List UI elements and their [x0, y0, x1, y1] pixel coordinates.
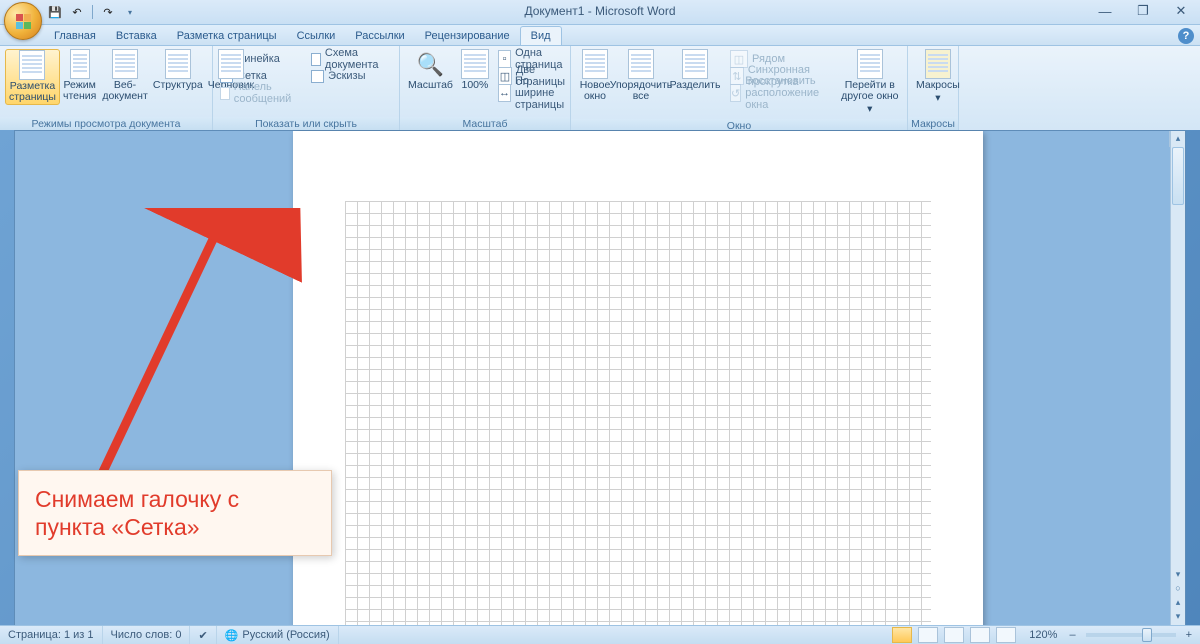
zoom-in-button[interactable]: +: [1182, 626, 1200, 644]
quick-access-toolbar: 💾 ↶ ↷ ▾: [46, 0, 139, 24]
office-button[interactable]: [4, 2, 42, 40]
web-layout-button[interactable]: Веб-документ: [99, 49, 150, 103]
ribbon: Разметка страницы Режим чтения Веб-докум…: [0, 46, 1200, 133]
undo-icon[interactable]: ↶: [68, 3, 86, 21]
thumbnails-checkbox[interactable]: Эскизы: [311, 68, 388, 84]
message-bar-checkbox: Панель сообщений: [220, 85, 303, 101]
vertical-scrollbar[interactable]: ▴ ▾ ○ ▴ ▾: [1170, 131, 1185, 625]
help-button[interactable]: ?: [1178, 28, 1194, 44]
tab-home[interactable]: Главная: [44, 27, 106, 45]
tab-view[interactable]: Вид: [520, 26, 562, 45]
tab-review[interactable]: Рецензирование: [415, 27, 520, 45]
title-bar: 💾 ↶ ↷ ▾ Документ1 - Microsoft Word — ❐ ✕: [0, 0, 1200, 25]
document-map-checkbox[interactable]: Схема документа: [311, 51, 388, 67]
reading-layout-button[interactable]: Режим чтения: [60, 49, 99, 103]
status-proofing[interactable]: ✔: [190, 626, 216, 644]
status-word-count[interactable]: Число слов: 0: [103, 626, 191, 644]
tab-references[interactable]: Ссылки: [287, 27, 346, 45]
document-page[interactable]: [293, 131, 983, 626]
zoom-button[interactable]: 🔍Масштаб: [405, 49, 456, 92]
view-outline-icon[interactable]: [970, 627, 990, 643]
maximize-button[interactable]: ❐: [1130, 2, 1156, 20]
arrange-all-button[interactable]: Упорядочить все: [614, 49, 668, 103]
browse-object-icon[interactable]: ○: [1171, 581, 1185, 595]
split-button[interactable]: Разделить: [668, 49, 722, 92]
qat-customize-icon[interactable]: ▾: [121, 3, 139, 21]
scroll-up-icon[interactable]: ▴: [1171, 131, 1185, 145]
tab-page-layout[interactable]: Разметка страницы: [167, 27, 287, 45]
ribbon-tabs: Главная Вставка Разметка страницы Ссылки…: [0, 25, 1200, 46]
tab-insert[interactable]: Вставка: [106, 27, 167, 45]
view-reading-icon[interactable]: [918, 627, 938, 643]
status-bar: Страница: 1 из 1 Число слов: 0 ✔ 🌐Русски…: [0, 625, 1200, 644]
window-title: Документ1 - Microsoft Word: [0, 4, 1200, 18]
new-window-button[interactable]: Новое окно: [576, 49, 614, 103]
switch-windows-button[interactable]: Перейти в другое окно▾: [838, 49, 902, 116]
gridlines: [345, 201, 931, 626]
reset-window-button: ↺Восстановить расположение окна: [730, 85, 834, 101]
view-draft-icon[interactable]: [996, 627, 1016, 643]
scroll-thumb[interactable]: [1172, 147, 1184, 205]
annotation-callout: Снимаем галочку с пункта «Сетка»: [18, 470, 332, 556]
close-button[interactable]: ✕: [1168, 2, 1194, 20]
view-print-layout-icon[interactable]: [892, 627, 912, 643]
view-shortcuts: [883, 626, 1021, 644]
zoom-100-button[interactable]: 100%: [456, 49, 494, 92]
view-web-icon[interactable]: [944, 627, 964, 643]
zoom-level[interactable]: 120%: [1021, 626, 1065, 644]
print-layout-button[interactable]: Разметка страницы: [5, 49, 60, 105]
page-width-button[interactable]: ↔По ширине страницы: [498, 85, 569, 101]
prev-page-icon[interactable]: ▴: [1171, 595, 1185, 609]
zoom-slider[interactable]: [1086, 633, 1176, 637]
status-page[interactable]: Страница: 1 из 1: [0, 626, 103, 644]
save-icon[interactable]: 💾: [46, 3, 64, 21]
group-document-views: Разметка страницы Режим чтения Веб-докум…: [0, 46, 213, 132]
workspace: ▴ ▾ ○ ▴ ▾ Снимаем галочку с пункта «Сетк…: [0, 130, 1200, 626]
next-page-icon[interactable]: ▾: [1171, 609, 1185, 623]
macros-button[interactable]: Макросы▾: [913, 49, 963, 105]
redo-icon[interactable]: ↷: [99, 3, 117, 21]
zoom-slider-knob[interactable]: [1142, 628, 1152, 642]
group-macros: Макросы▾ Макросы: [908, 46, 959, 132]
status-language[interactable]: 🌐Русский (Россия): [217, 626, 339, 644]
tab-mailings[interactable]: Рассылки: [345, 27, 414, 45]
minimize-button[interactable]: —: [1092, 2, 1118, 20]
group-window: Новое окно Упорядочить все Разделить ◫Ря…: [571, 46, 908, 132]
outline-button[interactable]: Структура: [151, 49, 205, 92]
zoom-out-button[interactable]: –: [1065, 626, 1079, 644]
group-zoom: 🔍Масштаб 100% ▫Одна страница ◫Две страни…: [400, 46, 571, 132]
scroll-down-icon[interactable]: ▾: [1171, 567, 1185, 581]
globe-icon: 🌐: [225, 629, 239, 642]
